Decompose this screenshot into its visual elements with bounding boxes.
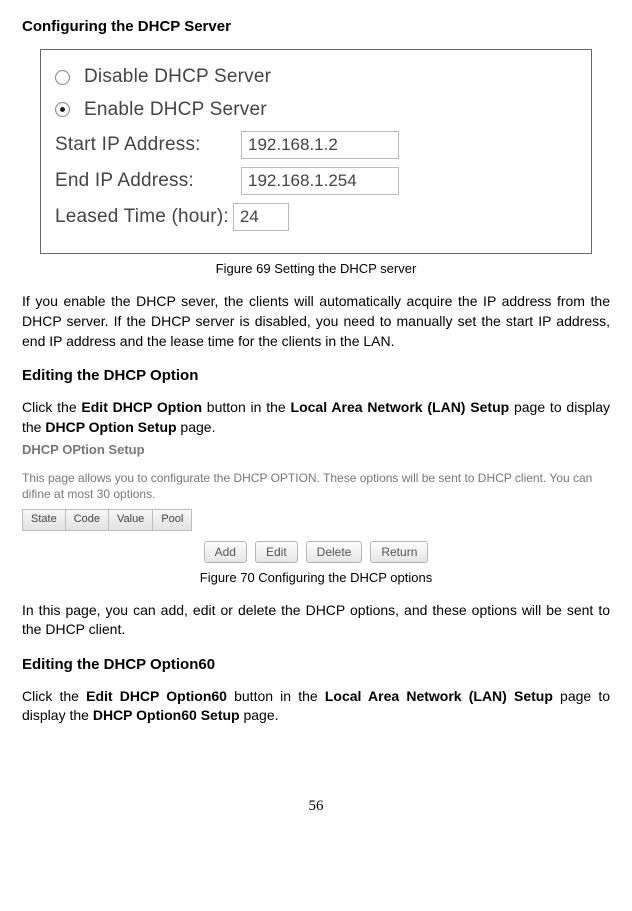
label-leased-time: Leased Time (hour): [55,204,229,231]
bold-dhcp-option60-setup: DHCP Option60 Setup [93,707,240,723]
radio-label: Disable DHCP Server [84,64,271,91]
heading-editing-dhcp-option: Editing the DHCP Option [22,365,610,386]
field-leased-time: Leased Time (hour): [55,203,577,231]
edit-button[interactable]: Edit [255,541,298,563]
bold-dhcp-option-setup: DHCP Option Setup [45,419,176,435]
radio-icon-selected [55,102,70,117]
return-button[interactable]: Return [370,541,428,563]
col-code: Code [66,509,109,530]
radio-label: Enable DHCP Server [84,97,267,124]
add-button[interactable]: Add [204,541,247,563]
bold-lan-setup: Local Area Network (LAN) Setup [291,399,510,415]
paragraph-edit-option60-instruction: Click the Edit DHCP Option60 button in t… [22,687,610,726]
col-value: Value [109,509,153,530]
text: page. [177,419,216,435]
figure-dhcp-option-setup: DHCP OPtion Setup This page allows you t… [22,441,610,562]
text: Click the [22,399,81,415]
radio-disable-dhcp[interactable]: Disable DHCP Server [55,64,577,91]
table-header-row: State Code Value Pool [22,509,610,530]
button-row: Add Edit Delete Return [22,541,610,563]
input-leased-time[interactable] [233,203,289,231]
paragraph-dhcp-enable-desc: If you enable the DHCP sever, the client… [22,292,610,351]
page-number: 56 [22,796,610,817]
text: button in the [227,688,325,704]
bold-edit-dhcp-option: Edit DHCP Option [81,399,202,415]
heading-editing-dhcp-option60: Editing the DHCP Option60 [22,654,610,675]
col-pool: Pool [153,509,192,530]
caption-figure-69: Figure 69 Setting the DHCP server [22,260,610,278]
delete-button[interactable]: Delete [306,541,363,563]
text: Click the [22,688,86,704]
bold-edit-dhcp-option60: Edit DHCP Option60 [86,688,227,704]
bold-lan-setup: Local Area Network (LAN) Setup [325,688,553,704]
heading-configuring-dhcp: Configuring the DHCP Server [22,16,610,37]
radio-icon [55,70,70,85]
radio-enable-dhcp[interactable]: Enable DHCP Server [55,97,577,124]
field-end-ip: End IP Address: [55,167,577,195]
col-state: State [22,509,66,530]
caption-figure-70: Figure 70 Configuring the DHCP options [22,569,610,587]
field-start-ip: Start IP Address: [55,131,577,159]
input-end-ip[interactable] [241,167,399,195]
paragraph-option-desc: In this page, you can add, edit or delet… [22,601,610,640]
label-end-ip: End IP Address: [55,168,237,195]
input-start-ip[interactable] [241,131,399,159]
panel-description: This page allows you to configurate the … [22,470,610,504]
label-start-ip: Start IP Address: [55,132,237,159]
paragraph-edit-option-instruction: Click the Edit DHCP Option button in the… [22,398,610,437]
text: button in the [202,399,291,415]
panel-title: DHCP OPtion Setup [22,441,610,459]
text: page. [240,707,279,723]
figure-dhcp-server-settings: Disable DHCP Server Enable DHCP Server S… [40,49,592,254]
